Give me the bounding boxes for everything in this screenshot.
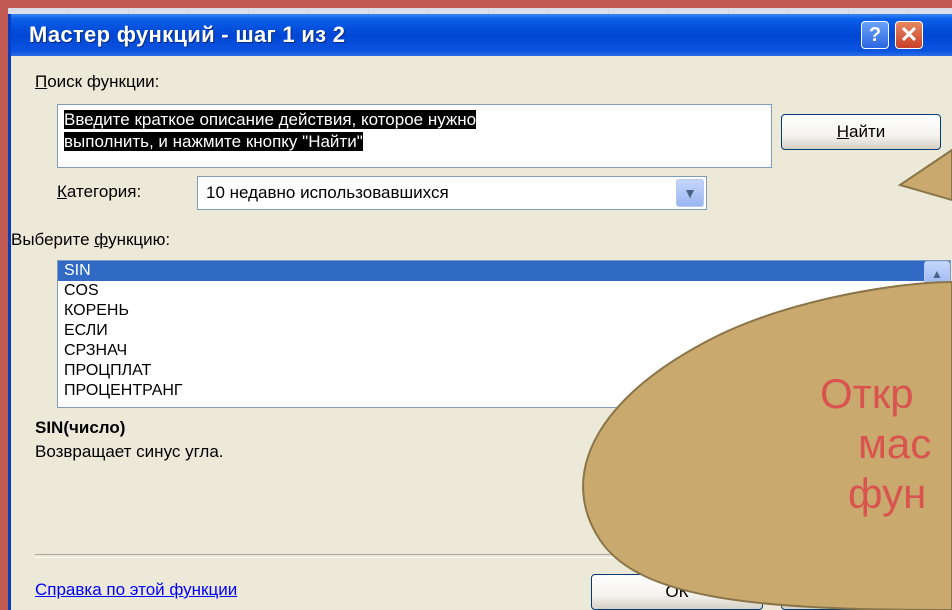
title-bar[interactable]: Мастер функций - шаг 1 из 2 ? ✕ bbox=[11, 14, 952, 56]
search-text: Введите краткое описание действия, котор… bbox=[64, 110, 477, 151]
list-item[interactable]: COS bbox=[58, 281, 950, 301]
category-label: Категория: bbox=[57, 182, 142, 201]
function-description: Возвращает синус угла. bbox=[35, 442, 224, 461]
function-signature: SIN(число) bbox=[35, 418, 126, 437]
callout-text-line1: Откр bbox=[820, 370, 914, 417]
callout-text-line2: мас bbox=[858, 420, 932, 467]
list-item[interactable]: ЕСЛИ bbox=[58, 321, 950, 341]
scroll-up-icon[interactable]: ▲ bbox=[924, 261, 950, 287]
list-item[interactable]: ПРОЦПЛАТ bbox=[58, 361, 950, 381]
category-select[interactable]: 10 недавно использовавшихся ▼ bbox=[197, 176, 707, 210]
function-list[interactable]: SIN COS КОРЕНЬ ЕСЛИ СРЗНАЧ ПРОЦПЛАТ ПРОЦ… bbox=[57, 260, 951, 408]
list-item[interactable]: SIN bbox=[58, 261, 950, 281]
callout-text-line3: фун bbox=[848, 470, 927, 517]
search-label: Поиск функции: bbox=[35, 72, 160, 91]
list-item[interactable]: КОРЕНЬ bbox=[58, 301, 950, 321]
cancel-button[interactable]: Отмена bbox=[781, 574, 951, 610]
help-link[interactable]: Справка по этой функции bbox=[35, 580, 237, 600]
list-item[interactable]: СРЗНАЧ bbox=[58, 341, 950, 361]
find-button[interactable]: Найти bbox=[781, 114, 941, 150]
search-input[interactable]: Введите краткое описание действия, котор… bbox=[57, 104, 772, 168]
help-button[interactable]: ? bbox=[861, 21, 889, 49]
function-list-label: Выберите функцию: bbox=[11, 230, 171, 249]
close-button[interactable]: ✕ bbox=[895, 21, 923, 49]
divider bbox=[35, 554, 951, 558]
function-wizard-dialog: Мастер функций - шаг 1 из 2 ? ✕ Поиск фу… bbox=[8, 14, 952, 610]
category-value: 10 недавно использовавшихся bbox=[206, 183, 449, 202]
dialog-title: Мастер функций - шаг 1 из 2 bbox=[29, 22, 346, 47]
list-item[interactable]: ПРОЦЕНТРАНГ bbox=[58, 381, 950, 401]
ok-button[interactable]: ОК bbox=[591, 574, 763, 610]
chevron-down-icon[interactable]: ▼ bbox=[676, 179, 704, 207]
